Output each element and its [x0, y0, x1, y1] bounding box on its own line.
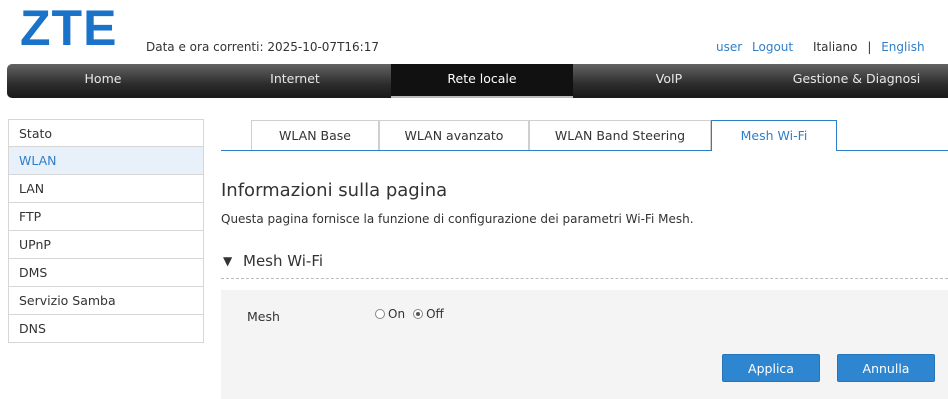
nav-gestione-diagnosi[interactable]: Gestione & Diagnosi: [765, 64, 948, 98]
nav-internet[interactable]: Internet: [199, 64, 391, 98]
sidebar-item-wlan[interactable]: WLAN: [8, 147, 204, 175]
sidebar-item-upnp[interactable]: UPnP: [8, 231, 204, 259]
mesh-on-label[interactable]: On: [388, 307, 405, 321]
mesh-off-radio[interactable]: [413, 309, 424, 319]
nav-voip[interactable]: VoIP: [573, 64, 765, 98]
page-description: Questa pagina fornisce la funzione di co…: [221, 212, 694, 226]
mesh-radio-group: On Off: [375, 307, 452, 321]
cancel-button[interactable]: Annulla: [837, 354, 935, 382]
nav-home[interactable]: Home: [7, 64, 199, 98]
user-link[interactable]: user: [716, 40, 742, 54]
zte-logo: ZTE: [20, 0, 118, 56]
page-title: Informazioni sulla pagina: [221, 180, 448, 201]
current-datetime: Data e ora correnti: 2025-10-07T16:17: [146, 40, 379, 54]
apply-button[interactable]: Applica: [722, 354, 820, 382]
nav-rete-locale[interactable]: Rete locale: [391, 64, 573, 98]
tab-wlan-base[interactable]: WLAN Base: [251, 120, 379, 150]
collapse-triangle-icon[interactable]: ▼: [223, 254, 232, 268]
mesh-label: Mesh: [247, 309, 280, 324]
tab-wlan-band-steering[interactable]: WLAN Band Steering: [529, 120, 711, 150]
mesh-on-radio[interactable]: [375, 309, 385, 319]
lang-english[interactable]: English: [881, 40, 924, 54]
lang-italiano[interactable]: Italiano: [813, 40, 858, 54]
sidebar: Stato WLAN LAN FTP UPnP DMS Servizio Sam…: [8, 119, 204, 343]
mesh-off-label[interactable]: Off: [426, 307, 444, 321]
lang-separator: |: [867, 40, 872, 54]
main-nav: Home Internet Rete locale VoIP Gestione …: [7, 64, 948, 98]
section-header-mesh-wifi[interactable]: ▼ Mesh Wi-Fi: [221, 252, 948, 279]
sidebar-item-dms[interactable]: DMS: [8, 259, 204, 287]
sidebar-item-dns[interactable]: DNS: [8, 315, 204, 343]
sidebar-item-stato[interactable]: Stato: [8, 119, 204, 147]
sidebar-item-ftp[interactable]: FTP: [8, 203, 204, 231]
top-links: user Logout Italiano | English: [716, 40, 931, 54]
tab-wlan-avanzato[interactable]: WLAN avanzato: [379, 120, 529, 150]
sidebar-item-servizio-samba[interactable]: Servizio Samba: [8, 287, 204, 315]
wlan-tabs: WLAN Base WLAN avanzato WLAN Band Steeri…: [221, 120, 948, 151]
section-title: Mesh Wi-Fi: [243, 252, 324, 270]
mesh-settings-panel: Mesh On Off Applica Annulla: [221, 290, 948, 399]
logout-link[interactable]: Logout: [752, 40, 793, 54]
sidebar-item-lan[interactable]: LAN: [8, 175, 204, 203]
tab-mesh-wifi[interactable]: Mesh Wi-Fi: [711, 120, 837, 151]
